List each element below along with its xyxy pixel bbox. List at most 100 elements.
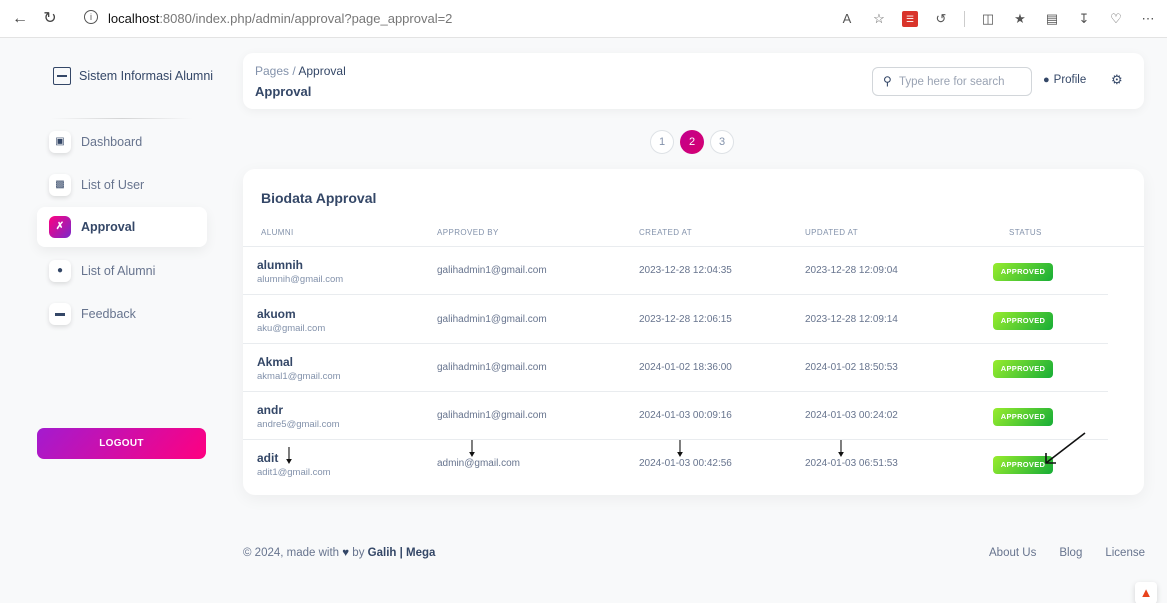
url-text: localhost:8080/index.php/admin/approval?…: [108, 11, 453, 26]
row-divider: [243, 294, 1108, 295]
updated-at: 2023-12-28 12:09:04: [805, 265, 898, 276]
column-header-updated-at: Updated At: [805, 228, 859, 237]
sidebar-item-label: List of User: [81, 178, 145, 192]
updated-at: 2024-01-02 18:50:53: [805, 362, 898, 373]
brand-logo-icon: [53, 67, 71, 85]
page-link-3[interactable]: 3: [710, 130, 734, 154]
footer-links: About Us Blog License: [989, 547, 1145, 559]
created-at: 2024-01-03 00:42:56: [639, 458, 732, 469]
brand[interactable]: Sistem Informasi Alumni: [53, 67, 213, 85]
flame-icon[interactable]: ▲: [1135, 582, 1157, 603]
footer-link-blog[interactable]: Blog: [1059, 547, 1082, 559]
alumni-email: andre5@gmail.com: [257, 419, 340, 430]
breadcrumb: Pages / Approval: [255, 64, 346, 78]
back-icon[interactable]: ←: [10, 9, 30, 29]
biodata-approval-card: Biodata Approval Alumni Approved By Crea…: [243, 169, 1144, 495]
search-box[interactable]: ⚲: [872, 67, 1032, 96]
status-badge: APPROVED: [993, 360, 1053, 378]
annotation-arrow-down: 🠓: [468, 436, 476, 461]
alumni-name: andr: [257, 403, 284, 417]
breadcrumb-separator: /: [289, 64, 299, 78]
approved-by: galihadmin1@gmail.com: [437, 362, 547, 373]
table-row: akuom aku@gmail.com galihadmin1@gmail.com 2…: [243, 296, 1144, 344]
store-icon: ▣: [49, 131, 71, 153]
user-plus-icon: ●: [49, 260, 71, 282]
browser-toolbar: ← ↻ i localhost:8080/index.php/admin/app…: [0, 0, 1167, 38]
table-row: Akmal akmal1@gmail.com galihadmin1@gmail.c…: [243, 344, 1144, 392]
page-link-2[interactable]: 2: [680, 130, 704, 154]
copilot-icon[interactable]: ♡: [1107, 10, 1125, 28]
sidebar-item-label: Approval: [81, 220, 136, 234]
info-icon[interactable]: i: [84, 10, 98, 24]
created-at: 2024-01-02 18:36:00: [639, 362, 732, 373]
footer-prefix: © 2024, made with: [243, 547, 340, 559]
split-screen-icon[interactable]: ◫: [979, 10, 997, 28]
page-link-1[interactable]: 1: [650, 130, 674, 154]
search-icon: ⚲: [883, 74, 892, 88]
table-row: andr andre5@gmail.com galihadmin1@gmail.co…: [243, 392, 1144, 440]
status-badge: APPROVED: [993, 408, 1053, 426]
annotation-arrow-down: 🠓: [837, 436, 845, 461]
footer-link-license[interactable]: License: [1105, 547, 1145, 559]
alumni-name: adit: [257, 451, 279, 465]
extension-icon[interactable]: ☰: [902, 11, 918, 27]
inbox-icon: ▬: [49, 303, 71, 325]
search-input[interactable]: [899, 72, 1027, 92]
table-header: Alumni Approved By Created At Updated At…: [243, 222, 1144, 247]
user-icon: ●: [1043, 74, 1050, 86]
breadcrumb-current: Approval: [298, 64, 346, 78]
footer-link-about-us[interactable]: About Us: [989, 547, 1036, 559]
sidebar-item-list-of-user[interactable]: ▩ List of User: [37, 165, 207, 205]
favorite-icon[interactable]: ☆: [870, 10, 888, 28]
updated-at: 2024-01-03 06:51:53: [805, 458, 898, 469]
column-header-status: Status: [1009, 228, 1042, 237]
favorites-icon[interactable]: ★: [1011, 10, 1029, 28]
top-navbar: Pages / Approval Approval ⚲ ● Profile ⚙: [243, 53, 1144, 109]
created-at: 2024-01-03 00:09:16: [639, 410, 732, 421]
approved-by: admin@gmail.com: [437, 458, 520, 469]
approved-by: galihadmin1@gmail.com: [437, 314, 547, 325]
read-aloud-icon[interactable]: A: [838, 10, 856, 28]
download-icon[interactable]: ↧: [1075, 10, 1093, 28]
footer-authors-link[interactable]: Galih | Mega: [368, 547, 436, 559]
refresh-extension-icon[interactable]: ↺: [932, 10, 950, 28]
sidebar-item-label: List of Alumni: [81, 264, 156, 278]
alumni-name: Akmal: [257, 355, 294, 369]
sidebar: Sistem Informasi Alumni ▣ Dashboard ▩ Li…: [37, 52, 213, 482]
profile-link[interactable]: ● Profile: [1043, 74, 1086, 86]
sidebar-item-dashboard[interactable]: ▣ Dashboard: [37, 122, 207, 162]
sidebar-item-list-of-alumni[interactable]: ● List of Alumni: [37, 251, 207, 291]
alumni-email: adit1@gmail.com: [257, 467, 331, 478]
collections-icon[interactable]: ▤: [1043, 10, 1061, 28]
page-title: Approval: [255, 84, 312, 99]
created-at: 2023-12-28 12:06:15: [639, 314, 732, 325]
users-icon: ▩: [49, 174, 71, 196]
alumni-email: alumnih@gmail.com: [257, 274, 344, 285]
reload-icon[interactable]: ↻: [40, 9, 60, 29]
approved-by: galihadmin1@gmail.com: [437, 410, 547, 421]
alumni-name: akuom: [257, 307, 296, 321]
toolbar-divider: [964, 11, 965, 27]
brand-name: Sistem Informasi Alumni: [79, 69, 214, 83]
more-icon[interactable]: ⋯: [1139, 10, 1157, 28]
column-header-alumni: Alumni: [261, 228, 294, 237]
sidebar-item-approval[interactable]: ✗ Approval: [37, 207, 207, 247]
updated-at: 2023-12-28 12:09:14: [805, 314, 898, 325]
alumni-email: aku@gmail.com: [257, 323, 326, 334]
gear-icon[interactable]: ⚙: [1111, 72, 1123, 88]
footer-by: by: [352, 547, 365, 559]
tools-icon: ✗: [49, 216, 71, 238]
address-bar[interactable]: i localhost:8080/index.php/admin/approva…: [72, 5, 842, 32]
alumni-name: alumnih: [257, 258, 304, 272]
sidebar-item-label: Feedback: [81, 307, 136, 321]
table-row: adit adit1@gmail.com admin@gmail.com 2024-0…: [243, 440, 1144, 488]
logout-button[interactable]: LOGOUT: [37, 428, 206, 459]
heart-icon: ♥: [342, 547, 350, 559]
sidebar-divider: [51, 118, 193, 119]
breadcrumb-root[interactable]: Pages: [255, 64, 289, 78]
sidebar-item-label: Dashboard: [81, 135, 143, 149]
card-title: Biodata Approval: [261, 190, 377, 206]
approved-by: galihadmin1@gmail.com: [437, 265, 547, 276]
sidebar-item-feedback[interactable]: ▬ Feedback: [37, 294, 207, 334]
profile-label: Profile: [1053, 74, 1087, 86]
